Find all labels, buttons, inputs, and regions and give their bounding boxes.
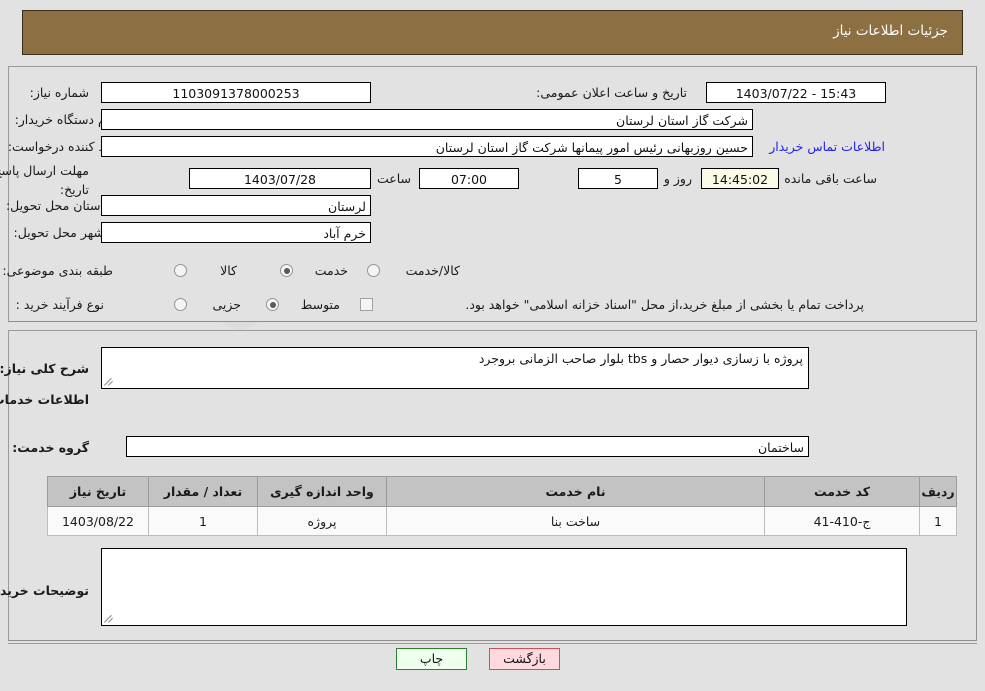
purchase-type-label: نوع فرآیند خرید : [15, 297, 104, 312]
treasury-note-checkbox[interactable] [360, 298, 373, 311]
service-group-field[interactable]: ساختمان [126, 436, 809, 457]
deadline-label-line1: مهلت ارسال پاسخ: تا [0, 163, 89, 178]
back-button[interactable]: بازگشت [489, 648, 560, 670]
buyer-contact-link[interactable]: اطلاعات تماس خریدار [769, 139, 885, 154]
services-heading: اطلاعات خدمات مورد نیاز [0, 392, 89, 407]
purchase-type-radio-jozei[interactable] [174, 298, 187, 311]
buyer-org-field[interactable]: شرکت گاز استان لرستان [101, 109, 753, 130]
table-header-row: ردیف کد خدمت نام خدمت واحد اندازه گیری ت… [47, 476, 957, 507]
services-table: ردیف کد خدمت نام خدمت واحد اندازه گیری ت… [47, 476, 957, 536]
public-announce-label: تاریخ و ساعت اعلان عمومی: [536, 85, 687, 100]
buyer-org-label: نام دستگاه خریدار: [14, 112, 113, 127]
col-row-no: ردیف [919, 476, 957, 507]
summary-textarea[interactable]: پروژه با زسازی دیوار حصار و tbs بلوار صا… [101, 347, 809, 389]
summary-label: شرح کلی نیاز: [0, 361, 89, 376]
resize-grip-icon-notes[interactable] [104, 614, 114, 624]
deadline-hour-field[interactable]: 07:00 [419, 168, 519, 189]
province-label: استان محل تحویل: [5, 198, 104, 213]
resize-grip-icon[interactable] [104, 377, 114, 387]
deadline-days-field[interactable]: 5 [578, 168, 658, 189]
remaining-label: ساعت باقی مانده [784, 171, 877, 186]
cell-row-no: 1 [919, 506, 957, 536]
deadline-date-field[interactable]: 1403/07/28 [189, 168, 371, 189]
deadline-days-label: روز و [663, 171, 692, 186]
print-button[interactable]: چاپ [396, 648, 467, 670]
category-option-1-label: خدمت [314, 263, 348, 278]
category-option-0-label: کالا [220, 263, 237, 278]
need-number-label: شماره نیاز: [29, 85, 89, 100]
buyer-notes-label: توضیحات خریدار: [0, 583, 89, 598]
need-info-panel [8, 66, 977, 322]
category-radio-kala[interactable] [174, 264, 187, 277]
city-field[interactable]: خرم آباد [101, 222, 371, 243]
service-group-label: گروه خدمت: [12, 440, 89, 455]
col-quantity: تعداد / مقدار [148, 476, 258, 507]
category-radio-kala-khedmat[interactable] [367, 264, 380, 277]
page-title-bar: جزئیات اطلاعات نیاز [22, 10, 963, 55]
summary-text: پروژه با زسازی دیوار حصار و tbs بلوار صا… [478, 351, 803, 366]
treasury-note-label: پرداخت تمام یا بخشی از مبلغ خرید،از محل … [465, 297, 864, 312]
need-number-field[interactable]: 1103091378000253 [101, 82, 371, 103]
col-service-code: کد خدمت [764, 476, 920, 507]
buyer-notes-textarea[interactable] [101, 548, 907, 626]
deadline-label-line2: تاریخ: [59, 182, 89, 197]
public-announce-field[interactable]: 15:43 - 1403/07/22 [706, 82, 886, 103]
cell-need-date: 1403/08/22 [47, 506, 149, 536]
cell-service-name: ساخت بنا [386, 506, 765, 536]
cell-unit: پروژه [257, 506, 387, 536]
purchase-type-option-0-label: جزیی [212, 297, 241, 312]
category-option-2-label: کالا/خدمت [405, 263, 460, 278]
category-radio-khedmat[interactable] [280, 264, 293, 277]
table-row[interactable]: 1 ج-410-41 ساخت بنا پروژه 1 1403/08/22 [47, 506, 957, 536]
page-root: AnaTender.net جزئیات اطلاعات نیاز شماره … [0, 0, 985, 691]
col-service-name: نام خدمت [386, 476, 765, 507]
cell-quantity: 1 [148, 506, 258, 536]
countdown-field: 14:45:02 [701, 168, 779, 189]
cell-service-code: ج-410-41 [764, 506, 920, 536]
city-label: شهر محل تحویل: [13, 225, 104, 240]
category-label: طبقه بندی موضوعی: [2, 263, 113, 278]
requester-field[interactable]: حسین روزبهانی رئیس امور پیمانها شرکت گاز… [101, 136, 753, 157]
purchase-type-option-1-label: متوسط [300, 297, 340, 312]
province-field[interactable]: لرستان [101, 195, 371, 216]
col-unit: واحد اندازه گیری [257, 476, 387, 507]
footer-divider [8, 643, 977, 644]
deadline-hour-label: ساعت [376, 171, 411, 186]
col-need-date: تاریخ نیاز [47, 476, 149, 507]
purchase-type-radio-motevaset[interactable] [266, 298, 279, 311]
page-title: جزئیات اطلاعات نیاز [833, 23, 948, 39]
